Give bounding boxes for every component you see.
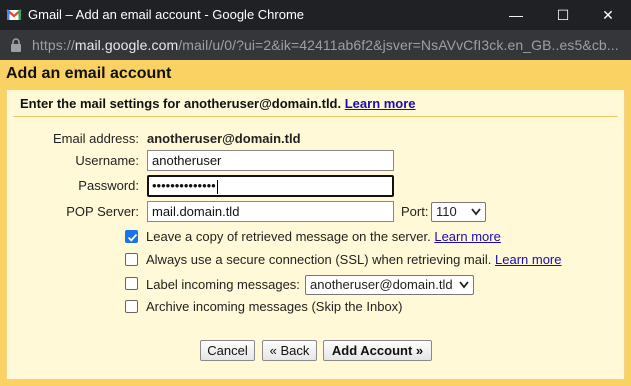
gmail-logo-icon <box>6 9 22 20</box>
pop-server-input[interactable]: mail.domain.tld <box>147 201 394 222</box>
cancel-button[interactable]: Cancel <box>200 340 255 361</box>
url-text[interactable]: https://mail.google.com/mail/u/0/?ui=2&i… <box>32 37 619 53</box>
leave-copy-label: Leave a copy of retrieved message on the… <box>146 229 431 244</box>
option-archive: Archive incoming messages (Skip the Inbo… <box>125 299 425 315</box>
port-select-value: 110 <box>436 204 457 219</box>
port-label: Port: <box>401 204 429 219</box>
close-button[interactable]: ✕ <box>585 0 631 30</box>
label-select-value: anotheruser@domain.tld <box>310 277 453 292</box>
option-label-incoming: Label incoming messages: anotheruser@dom… <box>125 275 485 295</box>
label-incoming-label: Label incoming messages: <box>146 277 300 292</box>
chevron-down-icon <box>471 208 481 216</box>
password-input[interactable]: •••••••••••••• <box>147 175 394 197</box>
add-account-panel: Add an email account Enter the mail sett… <box>0 60 631 386</box>
ssl-text: Always use a secure connection (SSL) whe… <box>146 252 562 267</box>
url-scheme: https:// <box>32 37 75 53</box>
intro-label: Enter the mail settings for anotheruser@… <box>20 96 342 111</box>
lock-icon <box>11 38 21 52</box>
option-leave-copy: Leave a copy of retrieved message on the… <box>125 229 525 245</box>
window-title: Gmail – Add an email account - Google Ch… <box>28 7 305 22</box>
url-path: /mail/u/0/?ui=2&ik=42411ab6f2&jsver=NsAV… <box>178 37 619 53</box>
intro-learn-more-link[interactable]: Learn more <box>345 96 416 111</box>
dialog-heading: Add an email account <box>6 65 172 82</box>
leave-copy-text: Leave a copy of retrieved message on the… <box>146 229 501 244</box>
archive-checkbox[interactable] <box>125 300 138 313</box>
option-ssl: Always use a secure connection (SSL) whe… <box>125 252 605 268</box>
add-account-button[interactable]: Add Account » <box>323 340 432 361</box>
password-label: Password: <box>78 178 139 193</box>
settings-box: Enter the mail settings for anotheruser@… <box>6 89 625 380</box>
email-address-label: Email address: <box>53 131 139 146</box>
leave-copy-learn-more-link[interactable]: Learn more <box>434 229 500 244</box>
minimize-button[interactable]: — <box>493 0 539 30</box>
ssl-label: Always use a secure connection (SSL) whe… <box>146 252 492 267</box>
username-input[interactable]: anotheruser <box>147 150 394 171</box>
password-dots: •••••••••••••• <box>152 178 216 193</box>
back-button[interactable]: « Back <box>262 340 317 361</box>
url-host: mail.google.com <box>74 37 179 53</box>
username-label: Username: <box>75 153 139 168</box>
leave-copy-checkbox[interactable] <box>125 230 138 243</box>
ssl-learn-more-link[interactable]: Learn more <box>495 252 561 267</box>
pop-server-label: POP Server: <box>66 204 139 219</box>
divider <box>13 116 618 117</box>
port-select[interactable]: 110 <box>431 202 486 222</box>
intro-text: Enter the mail settings for anotheruser@… <box>20 96 416 111</box>
maximize-button[interactable]: ☐ <box>540 0 586 30</box>
archive-label: Archive incoming messages (Skip the Inbo… <box>146 299 403 314</box>
checkmark-icon <box>127 233 138 242</box>
text-caret <box>216 179 218 194</box>
email-address-value: anotheruser@domain.tld <box>147 131 301 146</box>
label-incoming-checkbox[interactable] <box>125 277 138 290</box>
address-bar[interactable]: https://mail.google.com/mail/u/0/?ui=2&i… <box>0 30 631 60</box>
ssl-checkbox[interactable] <box>125 253 138 266</box>
window-titlebar: Gmail – Add an email account - Google Ch… <box>0 0 631 30</box>
label-select[interactable]: anotheruser@domain.tld <box>305 275 474 295</box>
chevron-down-icon <box>459 281 469 289</box>
